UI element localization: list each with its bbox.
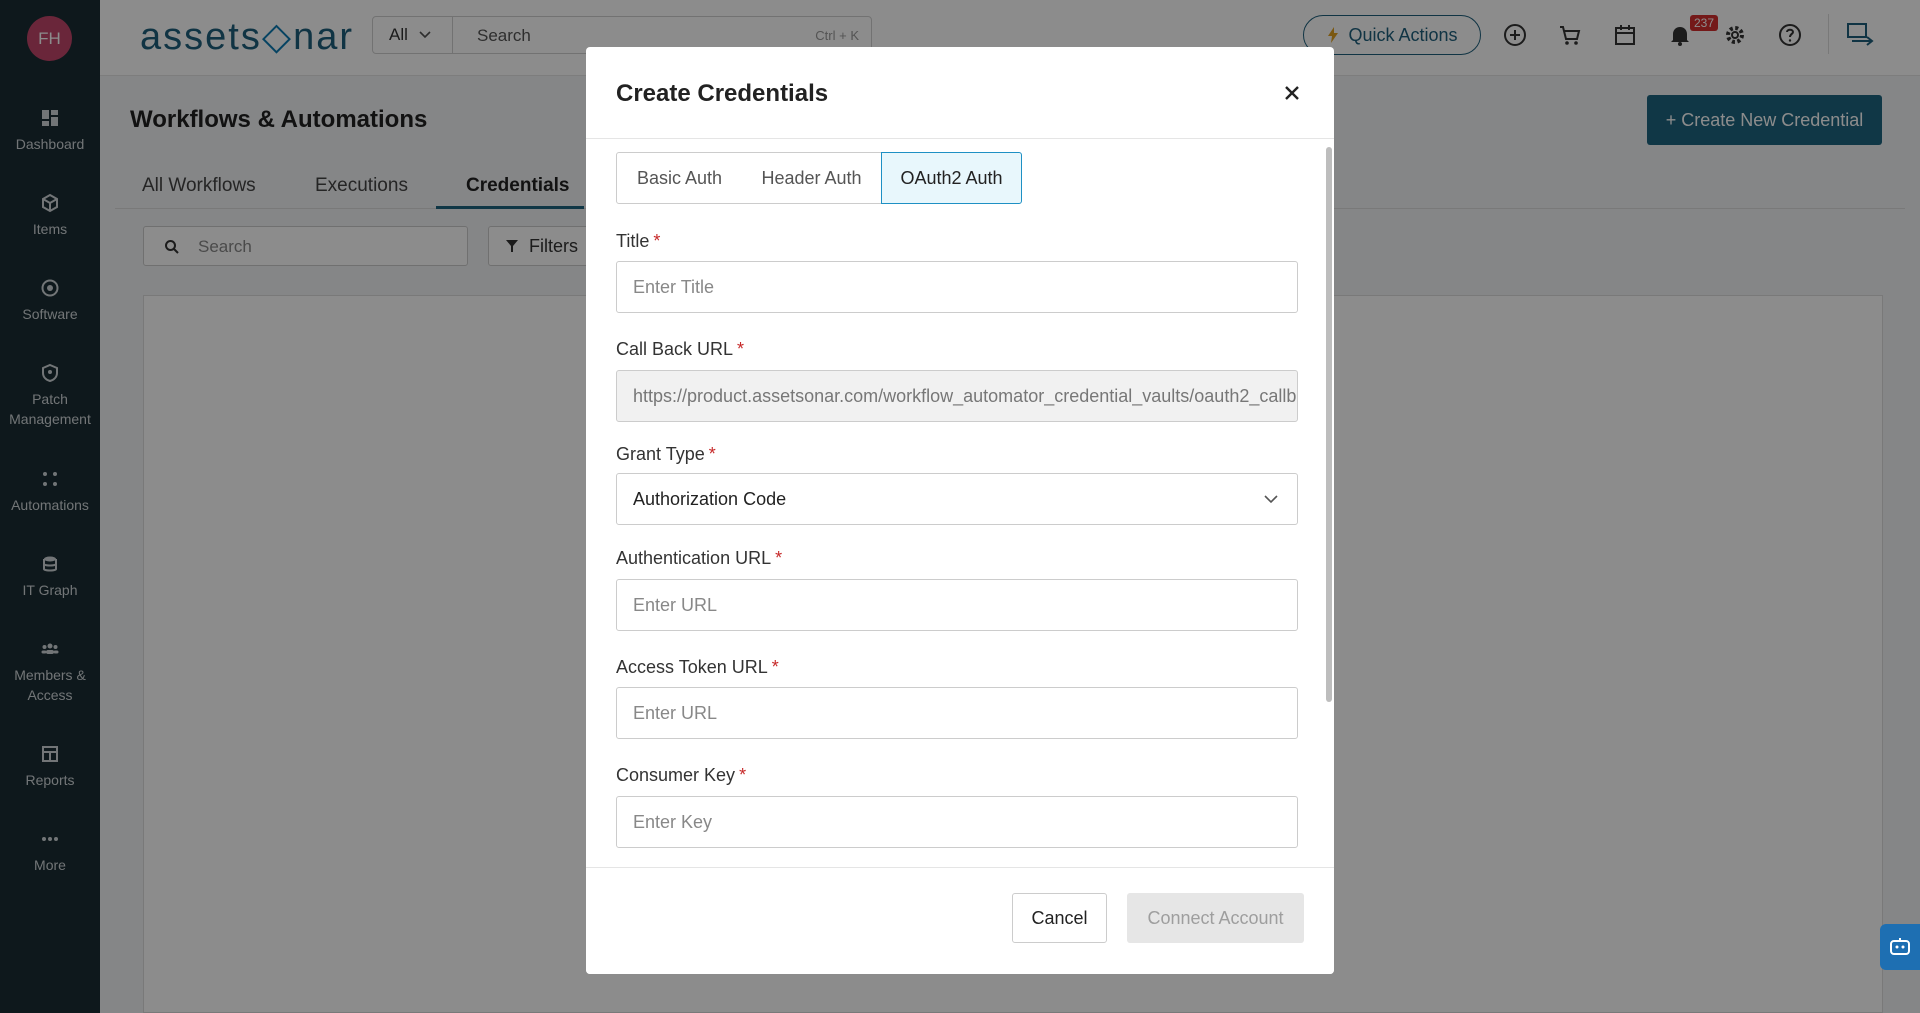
close-icon: [1285, 86, 1299, 100]
tab-header-auth[interactable]: Header Auth: [742, 152, 882, 204]
tab-basic-auth[interactable]: Basic Auth: [616, 152, 743, 204]
access-token-url-input[interactable]: Enter URL: [616, 687, 1298, 739]
connect-account-button[interactable]: Connect Account: [1127, 893, 1304, 943]
authentication-url-label: Authentication URL *: [616, 548, 783, 568]
close-button[interactable]: [1280, 81, 1304, 105]
modal-scrollbar[interactable]: [1326, 147, 1332, 702]
grant-type-label: Grant Type *: [616, 444, 716, 464]
consumer-key-label: Consumer Key *: [616, 765, 747, 785]
cancel-button[interactable]: Cancel: [1012, 893, 1107, 943]
consumer-key-input[interactable]: Enter Key: [616, 796, 1298, 848]
authentication-url-input[interactable]: Enter URL: [616, 579, 1298, 631]
callback-url-label: Call Back URL *: [616, 339, 745, 359]
chevron-down-icon: [1264, 495, 1278, 504]
title-input[interactable]: Enter Title: [616, 261, 1298, 313]
callback-url-field[interactable]: https://product.assetsonar.com/workflow_…: [616, 370, 1298, 422]
modal-title: Create Credentials: [616, 80, 829, 107]
title-label: Title *: [616, 231, 661, 251]
chat-bot-icon[interactable]: [1880, 924, 1920, 970]
access-token-url-label: Access Token URL *: [616, 657, 779, 677]
create-credentials-modal: Create Credentials Basic Auth Header Aut…: [586, 47, 1334, 974]
tab-oauth2-auth[interactable]: OAuth2 Auth: [881, 152, 1022, 204]
modal-header: Create Credentials: [586, 47, 1334, 139]
grant-type-select[interactable]: Authorization Code: [616, 473, 1298, 525]
